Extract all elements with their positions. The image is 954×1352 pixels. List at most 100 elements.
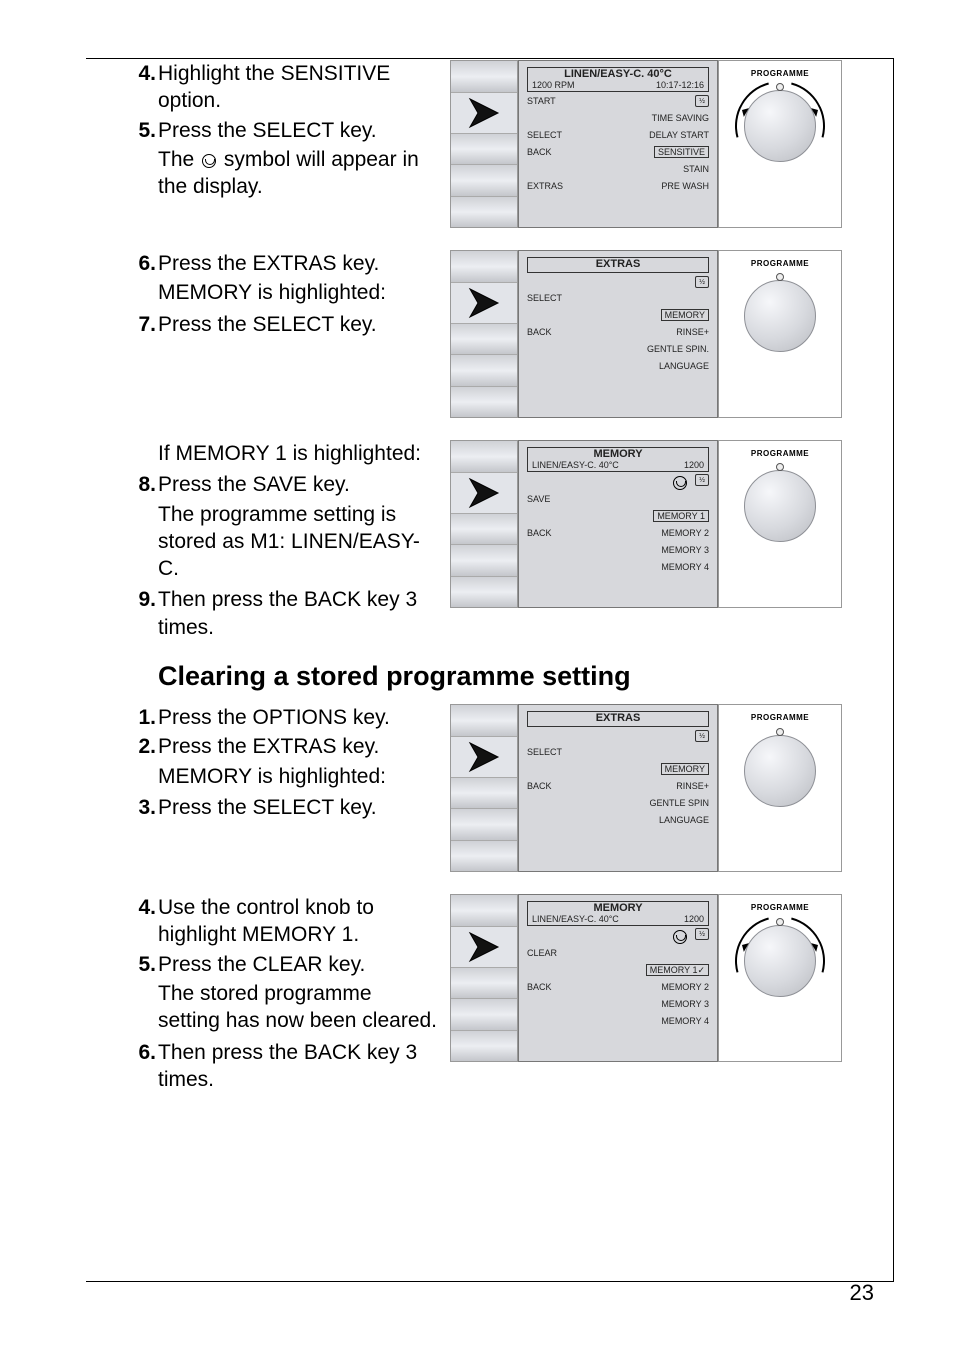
lcd-row: ½ xyxy=(527,928,709,944)
lcd-row: ½ xyxy=(527,729,709,744)
programme-knob[interactable] xyxy=(737,728,823,814)
step-text: Press the SELECT key. xyxy=(158,117,438,144)
step-text: Then press the BACK key 3 times. xyxy=(158,1039,438,1094)
page-content: 4.Highlight the SENSITIVE option. 5.Pres… xyxy=(130,60,884,1095)
lcd-screen: MEMORYLINEN/EASY-C. 40°C1200 ½ CLEAR MEMORY… xyxy=(518,894,718,1062)
panel-button[interactable] xyxy=(451,968,517,1000)
knob-label: PROGRAMME xyxy=(751,713,809,723)
half-load-icon: ½ xyxy=(695,95,709,107)
sensitive-icon xyxy=(671,474,689,490)
lcd-row: TIME SAVING xyxy=(527,111,709,126)
lcd-row: LANGUAGE xyxy=(527,360,709,375)
panel-button[interactable] xyxy=(451,999,517,1031)
button-column xyxy=(450,250,518,418)
lcd-row: ½ xyxy=(527,275,709,290)
knob-indicator-icon xyxy=(776,728,784,736)
lcd-row: MEMORY 1 xyxy=(527,509,709,524)
panel-button[interactable] xyxy=(451,134,517,166)
device-panel: EXTRAS½SELECTMEMORYBACKRINSE+GENTLE SPIN… xyxy=(450,704,884,872)
lcd-screen: LINEN/EASY-C. 40°C1200 RPM10:17-12:16 STA… xyxy=(518,60,718,228)
button-column xyxy=(450,704,518,872)
lcd-row: STAIN xyxy=(527,162,709,177)
lcd-row: EXTRASPRE WASH xyxy=(527,179,709,194)
panel-4: EXTRAS½SELECTMEMORYBACKRINSE+GENTLE SPIN… xyxy=(450,704,884,886)
panel-button[interactable] xyxy=(451,197,517,228)
step-text: Highlight the SENSITIVE option. xyxy=(158,60,438,115)
step-num: 6. xyxy=(130,250,156,277)
device-panel: LINEN/EASY-C. 40°C1200 RPM10:17-12:16 STA… xyxy=(450,60,884,228)
lcd-row: MEMORY xyxy=(527,763,709,778)
lcd-row: GENTLE SPIN xyxy=(527,797,709,812)
panel-button[interactable] xyxy=(451,355,517,387)
panel-button[interactable] xyxy=(451,841,517,872)
page-number: 23 xyxy=(850,1279,874,1308)
panel-arrow-icon xyxy=(451,927,517,968)
programme-knob[interactable] xyxy=(737,918,823,1004)
panel-3: MEMORYLINEN/EASY-C. 40°C1200½SAVEMEMORY … xyxy=(450,440,884,622)
lcd-screen: EXTRAS½SELECTMEMORYBACKRINSE+GENTLE SPIN… xyxy=(518,250,718,418)
step-text: Press the SELECT key. xyxy=(158,794,438,821)
lcd-title: EXTRAS xyxy=(527,711,709,727)
programme-knob[interactable] xyxy=(737,463,823,549)
lcd-row: SELECTDELAY START xyxy=(527,128,709,143)
knob-indicator-icon xyxy=(776,273,784,281)
panel-button[interactable] xyxy=(451,577,517,608)
panel-button[interactable] xyxy=(451,705,517,737)
step-num: 2. xyxy=(130,733,156,760)
panel-arrow-icon xyxy=(451,283,517,324)
panel-button[interactable] xyxy=(451,1031,517,1062)
step-num: 4. xyxy=(130,60,156,115)
panel-button[interactable] xyxy=(451,441,517,473)
panel-button[interactable] xyxy=(451,165,517,197)
lcd-title: MEMORYLINEN/EASY-C. 40°C1200 xyxy=(527,901,709,926)
lcd-screen: EXTRAS½SELECTMEMORYBACKRINSE+GENTLE SPIN… xyxy=(518,704,718,872)
step-num: 5. xyxy=(130,951,156,978)
panel-button[interactable] xyxy=(451,545,517,577)
lcd-row: MEMORY xyxy=(527,309,709,324)
panel-1: LINEN/EASY-C. 40°C1200 RPM10:17-12:16 STA… xyxy=(450,60,884,242)
panel-button[interactable] xyxy=(451,324,517,356)
panel-5: MEMORYLINEN/EASY-C. 40°C1200 ½ CLEAR MEMORY… xyxy=(450,894,884,1076)
lcd-row: MEMORY 3 xyxy=(527,997,709,1012)
panel-arrow-icon xyxy=(451,737,517,778)
programme-knob[interactable] xyxy=(737,83,823,169)
lcd-row: GENTLE SPIN. xyxy=(527,343,709,358)
lcd-row: MEMORY 1✓ xyxy=(527,963,709,978)
programme-knob[interactable] xyxy=(737,273,823,359)
sensitive-symbol-icon xyxy=(200,152,218,168)
lcd-row: BACKRINSE+ xyxy=(527,780,709,795)
half-load-icon: ½ xyxy=(695,474,709,486)
step-text: Press the CLEAR key. xyxy=(158,951,438,978)
half-load-icon: ½ xyxy=(695,928,709,940)
lcd-row: ½ xyxy=(527,474,709,490)
panel-2: EXTRAS½SELECTMEMORYBACKRINSE+GENTLE SPIN… xyxy=(450,250,884,432)
panel-button[interactable] xyxy=(451,387,517,418)
panel-button[interactable] xyxy=(451,809,517,841)
step-text: Then press the BACK key 3 times. xyxy=(158,586,438,641)
lcd-title: LINEN/EASY-C. 40°C1200 RPM10:17-12:16 xyxy=(527,67,709,92)
step-text: Press the OPTIONS key. xyxy=(158,704,438,731)
lcd-row: MEMORY 3 xyxy=(527,543,709,558)
panel-button[interactable] xyxy=(451,61,517,93)
note: MEMORY is highlighted: xyxy=(158,279,438,306)
button-column xyxy=(450,894,518,1062)
knob-label: PROGRAMME xyxy=(751,903,809,913)
panel-button[interactable] xyxy=(451,251,517,283)
lcd-row: CLEAR xyxy=(527,946,709,961)
knob-area: PROGRAMME xyxy=(718,894,842,1062)
step-num: 1. xyxy=(130,704,156,731)
lcd-row: LANGUAGE xyxy=(527,814,709,829)
step-num: 9. xyxy=(130,586,156,641)
note: If MEMORY 1 is highlighted: xyxy=(158,440,438,467)
knob-label: PROGRAMME xyxy=(751,259,809,269)
step-num: 6. xyxy=(130,1039,156,1094)
panel-button[interactable] xyxy=(451,778,517,810)
button-column xyxy=(450,60,518,228)
panel-button[interactable] xyxy=(451,514,517,546)
knob-area: PROGRAMME xyxy=(718,704,842,872)
step-text: Use the control knob to highlight MEMORY… xyxy=(158,894,438,949)
step-extra: The stored programme setting has now bee… xyxy=(158,980,438,1035)
device-panel: MEMORYLINEN/EASY-C. 40°C1200 ½ CLEAR MEMORY… xyxy=(450,894,884,1062)
button-column xyxy=(450,440,518,608)
panel-button[interactable] xyxy=(451,895,517,927)
